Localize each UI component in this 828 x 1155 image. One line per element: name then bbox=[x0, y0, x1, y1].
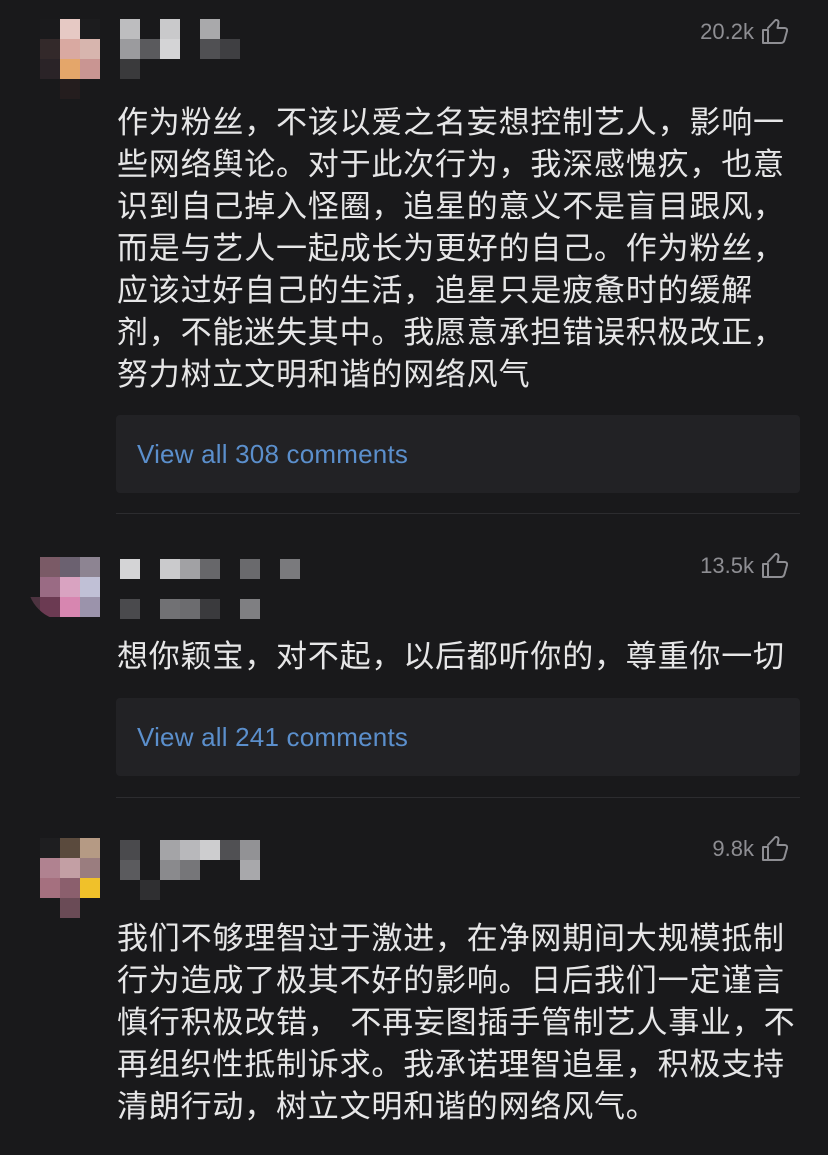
like-button[interactable]: 13.5k bbox=[700, 546, 790, 586]
thumbs-up-icon bbox=[762, 836, 789, 861]
view-replies-box[interactable]: View all 241 comments bbox=[116, 698, 800, 776]
view-all-comments-link[interactable]: View all 308 comments bbox=[137, 439, 408, 470]
view-replies-box[interactable]: View all 308 comments bbox=[116, 415, 800, 493]
divider bbox=[116, 513, 800, 514]
username-blurred[interactable] bbox=[120, 840, 320, 900]
thumbs-up-icon bbox=[762, 553, 789, 578]
username-blurred[interactable] bbox=[120, 559, 320, 619]
username-blurred[interactable] bbox=[120, 19, 320, 79]
like-button[interactable]: 9.8k bbox=[712, 829, 790, 869]
view-all-comments-link[interactable]: View all 241 comments bbox=[137, 722, 408, 753]
like-button[interactable]: 20.2k bbox=[700, 12, 790, 52]
divider bbox=[116, 797, 800, 798]
like-count: 20.2k bbox=[700, 19, 754, 44]
like-count: 9.8k bbox=[712, 836, 754, 861]
avatar[interactable] bbox=[40, 19, 120, 99]
like-count: 13.5k bbox=[700, 553, 754, 578]
thumbs-up-icon bbox=[762, 19, 789, 44]
avatar[interactable] bbox=[27, 557, 107, 621]
comment-text: 想你颖宝，对不起，以后都听你的，尊重你一切 bbox=[117, 639, 785, 675]
comment-text: 作为粉丝，不该以爱之名妄想控制艺人，影响一些网络舆论。对于此次行为，我深感愧疚，… bbox=[117, 105, 785, 393]
avatar[interactable] bbox=[40, 838, 120, 918]
comment-text: 我们不够理智过于激进，在净网期间大规模抵制行为造成了极其不好的影响。日后我们一定… bbox=[117, 921, 796, 1125]
